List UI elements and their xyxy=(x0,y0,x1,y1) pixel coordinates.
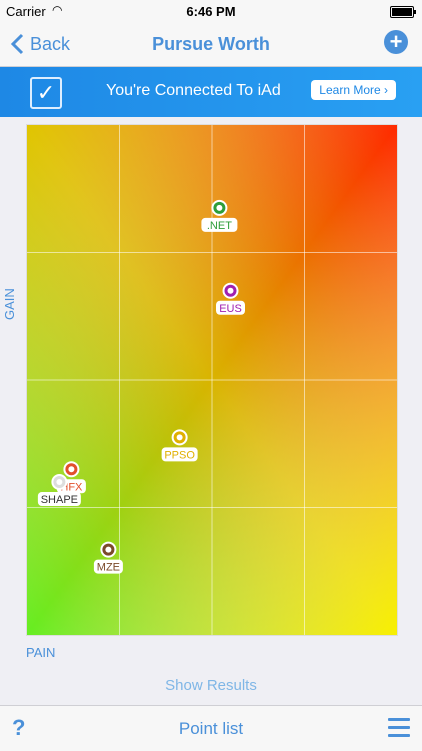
back-button[interactable]: Back xyxy=(10,33,70,55)
point-marker-center xyxy=(68,466,75,473)
iad-banner[interactable]: ✓ You're Connected To iAd Learn More › xyxy=(0,67,422,117)
point-marker-center xyxy=(216,204,223,211)
plus-icon: + xyxy=(389,29,403,54)
add-button[interactable]: + xyxy=(384,30,408,54)
back-label: Back xyxy=(30,33,71,54)
y-axis-label: GAIN xyxy=(2,288,17,320)
checkmark-icon: ✓ xyxy=(30,77,62,109)
point-label: EUS xyxy=(219,303,242,315)
show-results-button[interactable]: Show Results xyxy=(0,677,422,694)
status-time: 6:46 PM xyxy=(186,4,236,19)
banner-text: You're Connected To iAd xyxy=(106,82,281,99)
point-marker-center xyxy=(56,479,63,485)
chart-canvas: .NETEUSPPSOHFXSHAPEMZE xyxy=(27,125,397,635)
worth-chart[interactable]: .NET EUS PPSO HFX SHAPE MZE xyxy=(26,124,398,636)
point-label: SHAPE xyxy=(41,494,78,506)
point-marker-center xyxy=(227,287,234,294)
learn-more-button[interactable]: Learn More › xyxy=(311,80,396,100)
point-list-button[interactable]: Point list xyxy=(0,719,422,739)
chevron-left-icon xyxy=(10,33,24,55)
bottom-toolbar: ? Point list xyxy=(0,705,422,751)
status-bar: Carrier ◠ 6:46 PM xyxy=(0,0,422,22)
battery-icon xyxy=(390,6,416,18)
point-label: MZE xyxy=(97,562,120,574)
x-axis-label: PAIN xyxy=(26,645,56,660)
menu-icon[interactable] xyxy=(388,718,410,737)
point-label: PPSO xyxy=(164,449,195,461)
point-marker-center xyxy=(176,434,183,441)
point-label: .NET xyxy=(207,220,232,232)
navigation-bar: Back Pursue Worth + xyxy=(0,22,422,67)
point-marker-center xyxy=(105,546,112,553)
